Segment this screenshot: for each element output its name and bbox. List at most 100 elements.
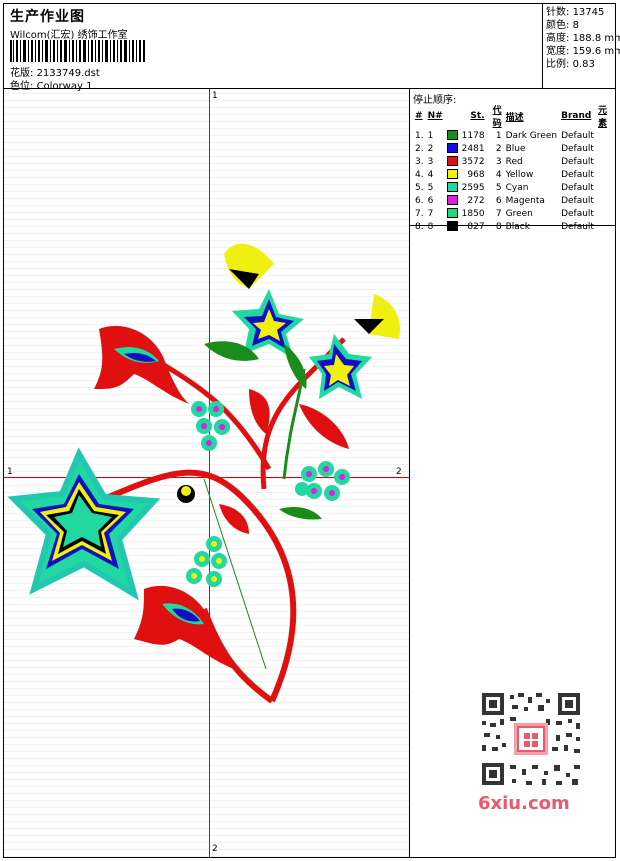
color-swatch	[446, 195, 458, 206]
stat-width: 宽度: 159.6 mm	[546, 46, 620, 57]
blue-flower-right	[309, 334, 372, 399]
tulip-top	[224, 243, 274, 289]
color-swatch	[446, 182, 458, 193]
row-swatch	[445, 207, 460, 220]
design-preview: 1 2 1 2	[4, 89, 409, 857]
col-swatch	[445, 103, 460, 129]
row-number: 8.	[415, 221, 424, 232]
embroidery-artwork	[7, 243, 400, 704]
color-row: 6. 6 272 6 Magenta Default	[413, 194, 613, 207]
color-row: 2. 2 2481 2 Blue Default	[413, 142, 613, 155]
row-stitches: 3572	[461, 156, 485, 167]
row-element	[596, 155, 613, 168]
color-table-header: # N# St. 代码 描述 Brand 元素	[413, 103, 613, 129]
panel-separator	[410, 225, 615, 226]
row-code: 8	[495, 221, 502, 232]
row-element	[596, 168, 613, 181]
row-element	[596, 142, 613, 155]
col-nn: N#	[427, 111, 443, 121]
col-code: 代码	[492, 106, 502, 129]
row-needle: 1	[427, 130, 434, 141]
row-swatch	[445, 181, 460, 194]
row-number: 1.	[415, 130, 424, 141]
row-swatch	[445, 168, 460, 181]
row-number: 4.	[415, 169, 424, 180]
row-brand: Default	[561, 221, 594, 232]
color-swatch	[446, 143, 458, 154]
row-stitches: 827	[467, 221, 485, 232]
row-number: 6.	[415, 195, 424, 206]
stat-height: 高度: 188.8 mm	[546, 33, 620, 44]
green-leaf-3	[279, 507, 322, 520]
row-stitches: 968	[467, 169, 485, 180]
header-left: 生产作业图 Wilcom(汇宏) 绣饰工作室 花版: 2133749.dst 色…	[8, 6, 538, 92]
row-stitches: 1178	[461, 130, 485, 141]
row-stitches: 1850	[461, 208, 485, 219]
row-swatch	[445, 194, 460, 207]
row-description: Black	[505, 221, 530, 232]
row-brand: Default	[561, 156, 594, 167]
color-row: 1. 1 1178 1 Dark Green Default	[413, 129, 613, 142]
row-description: Dark Green	[505, 130, 558, 141]
row-number: 3.	[415, 156, 424, 167]
berry-cluster-2	[295, 461, 350, 501]
row-code: 2	[495, 143, 502, 154]
row-number: 7.	[415, 208, 424, 219]
stat-scale: 比例: 0.83	[546, 59, 595, 70]
color-row: 7. 7 1850 7 Green Default	[413, 207, 613, 220]
row-swatch	[445, 155, 460, 168]
row-brand: Default	[561, 130, 594, 141]
green-stem	[282, 368, 306, 480]
row-stitches: 272	[467, 195, 485, 206]
row-number: 2.	[415, 143, 424, 154]
sheet-subtitle: Wilcom(汇宏) 绣饰工作室	[10, 30, 128, 41]
row-needle: 7	[427, 208, 434, 219]
row-needle: 5	[427, 182, 434, 193]
row-code: 4	[495, 169, 502, 180]
row-description: Blue	[505, 143, 526, 154]
red-leaf-left	[94, 325, 189, 404]
stats-block: 针数: 13745 颜色: 8 高度: 188.8 mm 宽度: 159.6 m…	[546, 6, 620, 71]
row-code: 5	[495, 182, 502, 193]
row-description: Cyan	[505, 182, 529, 193]
col-desc: 描述	[505, 112, 524, 123]
tulip-right	[354, 294, 400, 339]
color-swatch	[446, 156, 458, 167]
row-needle: 4	[427, 169, 434, 180]
col-element: 元素	[597, 106, 607, 129]
row-description: Green	[505, 208, 533, 219]
row-needle: 3	[427, 156, 434, 167]
sheet-title: 生产作业图	[10, 9, 85, 25]
row-element	[596, 207, 613, 220]
row-description: Yellow	[505, 169, 534, 180]
color-row: 4. 4 968 4 Yellow Default	[413, 168, 613, 181]
row-code: 3	[495, 156, 502, 167]
row-stitches: 2481	[461, 143, 485, 154]
row-stitches: 2595	[461, 182, 485, 193]
header-divider-vertical	[542, 4, 543, 88]
row-swatch	[445, 129, 460, 142]
color-table: # N# St. 代码 描述 Brand 元素 1. 1 1178 1 Dark Gre…	[413, 103, 613, 233]
row-description: Red	[505, 156, 523, 167]
row-description: Magenta	[505, 195, 545, 206]
red-leaf-bottom	[134, 585, 234, 669]
row-needle: 6	[427, 195, 434, 206]
small-bud	[177, 485, 195, 503]
row-code: 1	[495, 130, 502, 141]
row-needle: 2	[427, 143, 434, 154]
large-flower	[7, 447, 161, 601]
col-brand: Brand	[561, 111, 592, 121]
row-element	[596, 181, 613, 194]
row-element	[596, 220, 613, 233]
color-swatch	[446, 130, 458, 141]
color-swatch	[446, 169, 458, 180]
row-code: 7	[495, 208, 502, 219]
stat-stitches: 针数: 13745	[546, 7, 605, 18]
row-swatch	[445, 220, 460, 233]
col-st: St.	[470, 111, 485, 121]
watermark-text: 6xiu.com	[478, 793, 570, 814]
stat-colors: 颜色: 8	[546, 20, 579, 31]
color-swatch	[446, 208, 458, 219]
green-leaf-2	[284, 344, 307, 389]
row-element	[596, 129, 613, 142]
